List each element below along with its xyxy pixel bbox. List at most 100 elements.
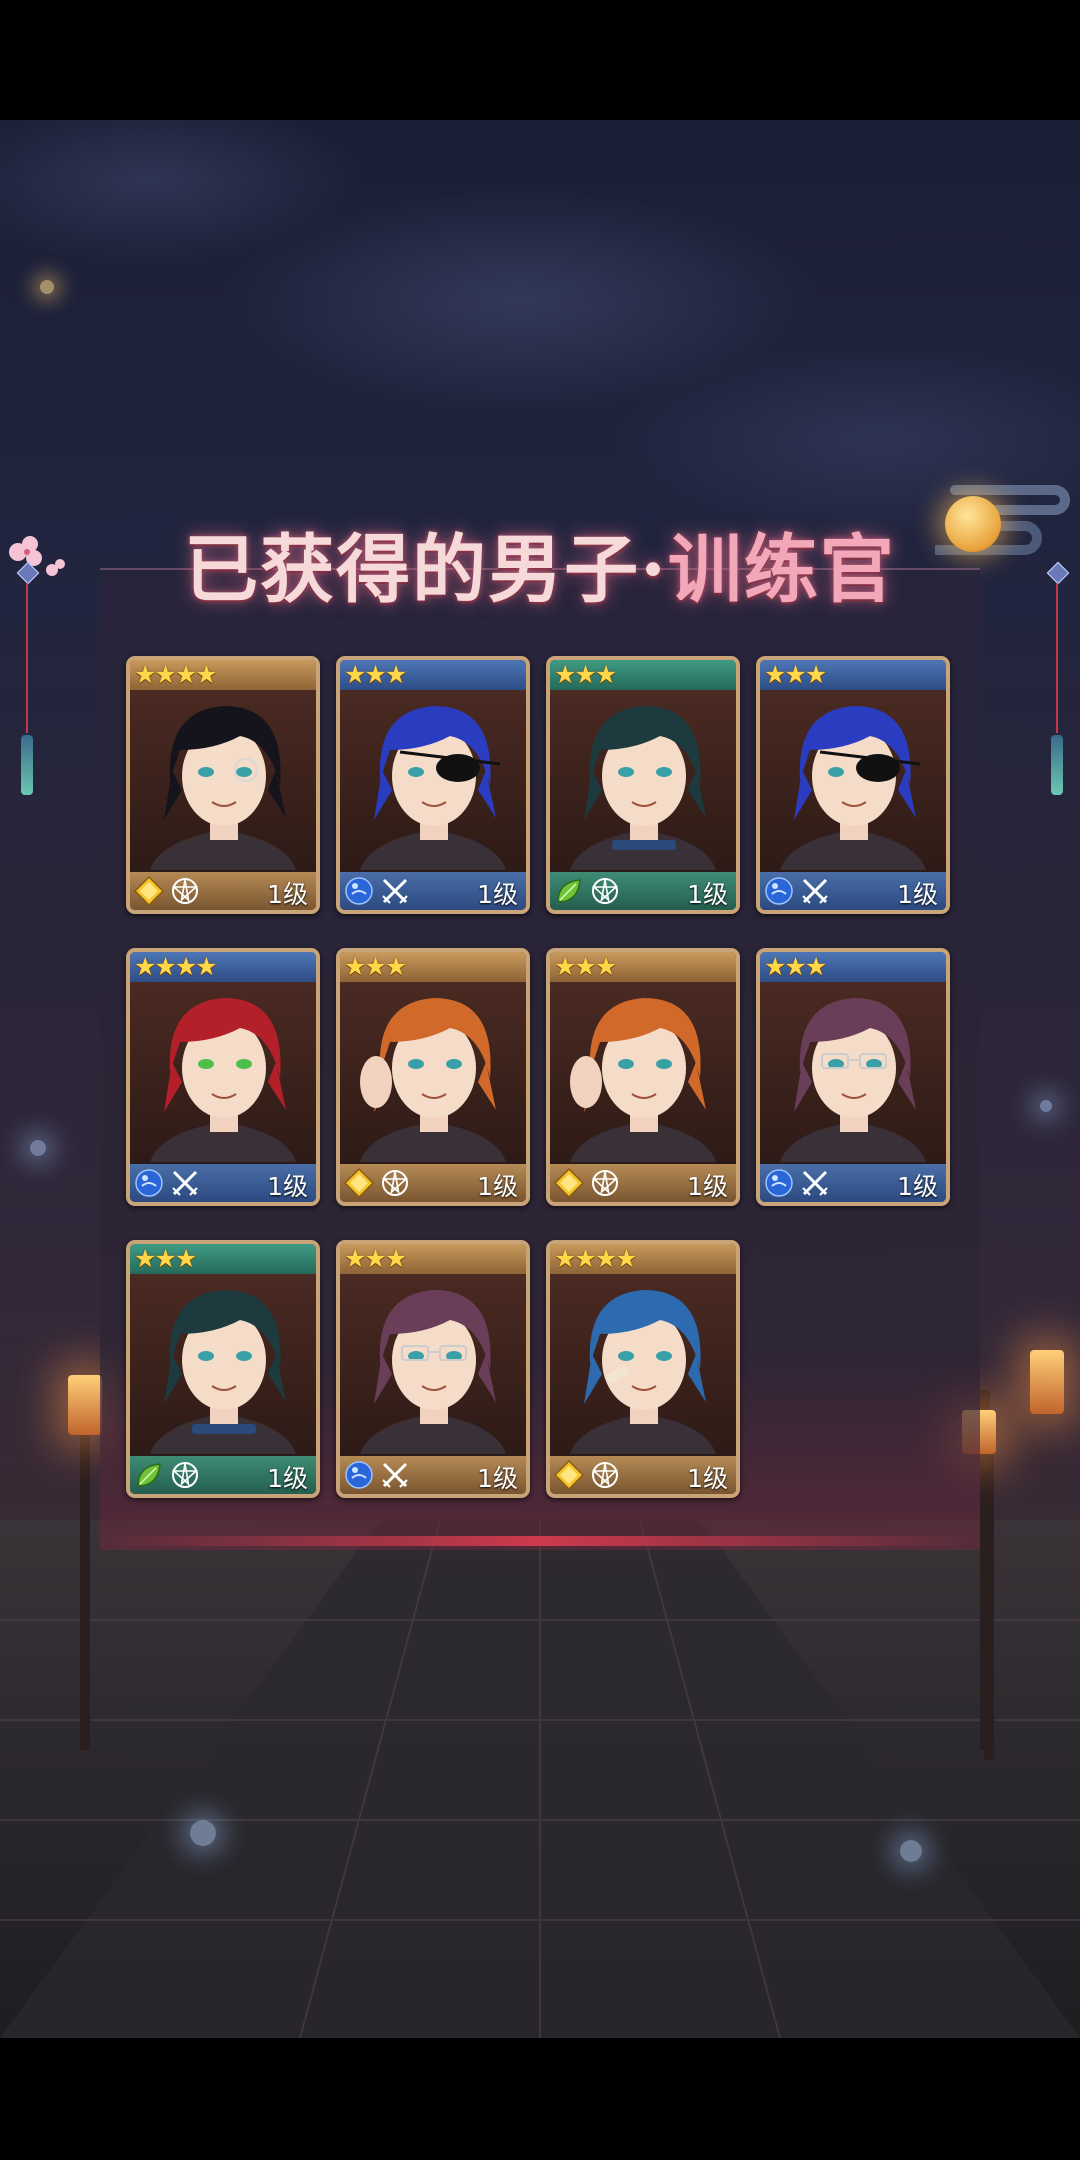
character-portrait — [760, 690, 946, 870]
gold-diamond-icon — [553, 1167, 585, 1199]
page-title: 已获得的男子·训练官 — [0, 510, 1080, 617]
character-portrait — [130, 690, 316, 870]
bokeh-light — [900, 1840, 922, 1862]
level-label: 1级 — [897, 880, 938, 909]
top-black-bar — [0, 0, 1080, 120]
green-leaf-icon — [554, 876, 584, 906]
street-lantern — [68, 1375, 102, 1435]
bokeh-light — [1040, 1100, 1052, 1112]
star-rating: ★★★ — [554, 952, 617, 981]
card-info-bar: 1级 — [760, 872, 946, 910]
blue-drop-icon — [764, 1168, 794, 1198]
card-info-bar: 1级 — [130, 1164, 316, 1202]
level-label: 1级 — [267, 1172, 308, 1201]
star-rating: ★★★★ — [554, 1244, 638, 1273]
star-rating: ★★★ — [764, 660, 827, 689]
card-info-bar: 1级 — [550, 1456, 736, 1494]
character-portrait — [130, 1274, 316, 1454]
character-card[interactable]: ★★★ 1级 — [546, 948, 740, 1206]
character-portrait — [340, 690, 526, 870]
blue-drop-icon — [344, 876, 374, 906]
bokeh-light — [40, 280, 54, 294]
level-label: 1级 — [267, 880, 308, 909]
character-card[interactable]: ★★★ 1级 — [756, 948, 950, 1206]
character-card[interactable]: ★★★ 1级 — [756, 656, 950, 914]
blue-drop-icon — [764, 876, 794, 906]
card-info-bar: 1级 — [550, 872, 736, 910]
character-card[interactable]: ★★★★ 1级 — [126, 948, 320, 1206]
star-rating-bar: ★★★ — [550, 660, 736, 690]
star-rating-bar: ★★★ — [340, 1244, 526, 1274]
star-rating: ★★★ — [344, 952, 407, 981]
star-rating: ★★★ — [344, 660, 407, 689]
lantern-post — [984, 1420, 994, 1760]
blue-drop-icon — [134, 1168, 164, 1198]
star-rating-bar: ★★★★ — [130, 952, 316, 982]
character-portrait — [340, 982, 526, 1162]
star-rating-bar: ★★★ — [340, 952, 526, 982]
level-label: 1级 — [477, 1464, 518, 1493]
level-label: 1级 — [687, 1464, 728, 1493]
level-label: 1级 — [687, 880, 728, 909]
star-rating: ★★★ — [764, 952, 827, 981]
card-info-bar: 1级 — [340, 1164, 526, 1202]
bokeh-light — [190, 1820, 216, 1846]
star-rating: ★★★ — [554, 660, 617, 689]
card-info-bar: 1级 — [130, 1456, 316, 1494]
character-card[interactable]: ★★★ 1级 — [546, 656, 740, 914]
pentagram-icon — [170, 1460, 200, 1490]
character-card[interactable]: ★★★ 1级 — [336, 1240, 530, 1498]
bokeh-light — [30, 1140, 46, 1156]
character-card[interactable]: ★★★★ 1级 — [126, 656, 320, 914]
character-card[interactable]: ★★★ 1级 — [336, 656, 530, 914]
bottom-black-bar — [0, 2038, 1080, 2160]
crossed-swords-icon — [170, 1168, 200, 1198]
panel-bottom-glow — [100, 1536, 980, 1546]
card-info-bar: 1级 — [760, 1164, 946, 1202]
star-rating-bar: ★★★ — [130, 1244, 316, 1274]
star-rating-bar: ★★★ — [760, 660, 946, 690]
star-rating: ★★★★ — [134, 952, 218, 981]
level-label: 1级 — [477, 880, 518, 909]
level-label: 1级 — [897, 1172, 938, 1201]
lantern-post — [80, 1420, 90, 1750]
star-rating: ★★★★ — [134, 660, 218, 689]
pentagram-icon — [590, 1168, 620, 1198]
crossed-swords-icon — [800, 876, 830, 906]
pentagram-icon — [170, 876, 200, 906]
star-rating-bar: ★★★ — [760, 952, 946, 982]
star-rating: ★★★ — [134, 1244, 197, 1273]
card-info-bar: 1级 — [340, 1456, 526, 1494]
character-card[interactable]: ★★★ 1级 — [126, 1240, 320, 1498]
pentagram-icon — [380, 1168, 410, 1198]
street-lantern — [1030, 1350, 1064, 1414]
pentagram-icon — [590, 876, 620, 906]
star-rating-bar: ★★★ — [340, 660, 526, 690]
character-card[interactable]: ★★★★ 1级 — [546, 1240, 740, 1498]
level-label: 1级 — [267, 1464, 308, 1493]
title-main: 已获得的男子 — [184, 527, 641, 613]
character-portrait — [130, 982, 316, 1162]
gold-diamond-icon — [343, 1167, 375, 1199]
pentagram-icon — [590, 1460, 620, 1490]
gold-diamond-icon — [553, 1459, 585, 1491]
character-portrait — [340, 1274, 526, 1454]
crossed-swords-icon — [380, 1460, 410, 1490]
character-portrait — [550, 1274, 736, 1454]
blue-drop-icon — [344, 1460, 374, 1490]
title-separator: · — [640, 527, 668, 613]
card-info-bar: 1级 — [550, 1164, 736, 1202]
character-portrait — [550, 690, 736, 870]
character-card[interactable]: ★★★ 1级 — [336, 948, 530, 1206]
crossed-swords-icon — [380, 876, 410, 906]
crossed-swords-icon — [800, 1168, 830, 1198]
card-info-bar: 1级 — [130, 872, 316, 910]
character-portrait — [550, 982, 736, 1162]
green-leaf-icon — [134, 1460, 164, 1490]
star-rating: ★★★ — [344, 1244, 407, 1273]
character-portrait — [760, 982, 946, 1162]
star-rating-bar: ★★★★ — [130, 660, 316, 690]
stone-road — [0, 1520, 1080, 2038]
level-label: 1级 — [477, 1172, 518, 1201]
gold-diamond-icon — [133, 875, 165, 907]
